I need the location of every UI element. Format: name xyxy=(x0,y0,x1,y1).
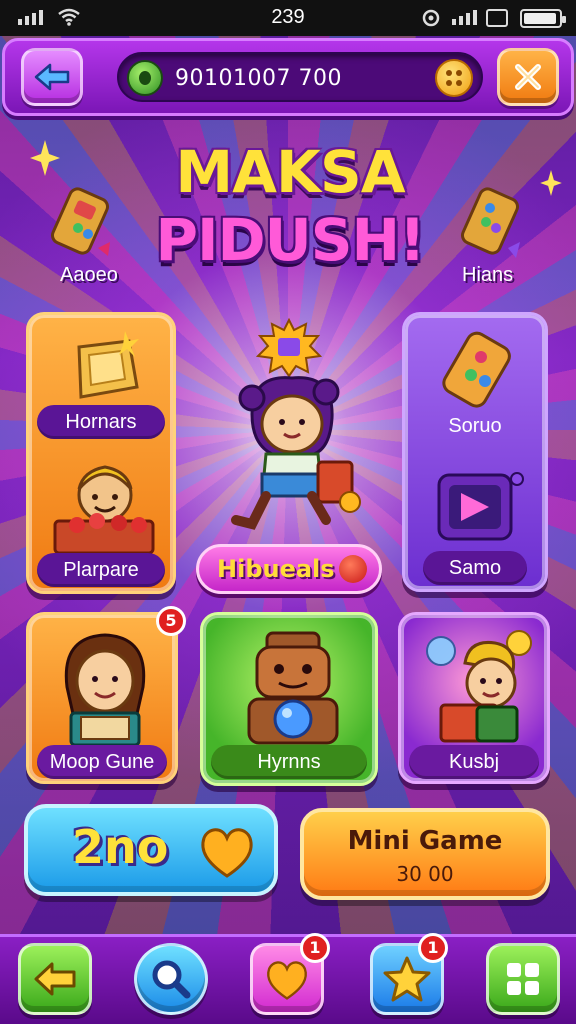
currency-value: 90101007 700 xyxy=(175,66,342,91)
character-icon-chef xyxy=(53,465,155,555)
hero-label-text: Hibueals xyxy=(217,555,335,583)
bottom-navigation: 1 1 xyxy=(0,933,576,1024)
star-icon xyxy=(383,956,431,1002)
tablet-icon xyxy=(437,472,524,541)
sparkle-icon-2 xyxy=(540,170,562,196)
corner-label-right: Hians xyxy=(462,264,514,286)
card-label-plarpare: Plarpare xyxy=(37,553,165,587)
blue-button-label: 2no xyxy=(72,820,169,874)
notification-badge-heart: 1 xyxy=(300,933,330,963)
hero-label-button[interactable]: Hibueals xyxy=(196,544,382,594)
card-label-hornars: Hornars xyxy=(37,405,165,439)
search-icon xyxy=(152,960,191,999)
gamepad-icon-left[interactable] xyxy=(48,184,118,264)
signal-icon-2 xyxy=(452,10,477,25)
notification-badge-star: 1 xyxy=(418,933,448,963)
status-bar: 239 xyxy=(0,0,576,36)
sun-badge-icon xyxy=(256,318,322,378)
vibrate-icon xyxy=(486,9,508,27)
card-label-soruo: Soruo xyxy=(448,415,502,437)
coin-icon[interactable] xyxy=(435,59,473,97)
game-title-line1: MAKSA xyxy=(175,138,405,206)
treasure-icon xyxy=(77,331,139,399)
mini-game-value: 30 00 xyxy=(396,862,454,886)
gem-icon xyxy=(127,60,163,96)
back-button[interactable] xyxy=(21,48,83,106)
corner-label-left: Aaoeo xyxy=(60,264,118,286)
top-bar: 90101007 700 xyxy=(2,38,574,116)
character-icon-boy xyxy=(426,630,532,743)
nav-menu-button[interactable] xyxy=(486,943,560,1015)
card-left-tall[interactable]: Hornars Plarpare xyxy=(26,312,176,594)
back-arrow-icon xyxy=(34,63,70,91)
heart-icon-large xyxy=(201,828,253,878)
notification-badge-card: 5 xyxy=(156,606,186,636)
card-label-hyrnns: Hyrnns xyxy=(211,745,367,779)
heart-icon xyxy=(267,961,307,1000)
ball-icon xyxy=(339,555,367,583)
gamepad-icon-right[interactable] xyxy=(456,184,526,264)
currency-display: 90101007 700 xyxy=(117,52,483,102)
back-arrow-icon-nav xyxy=(34,962,76,996)
gamepad-icon xyxy=(442,331,511,408)
play-button-blue[interactable]: 2no xyxy=(24,804,278,896)
card-right-tall[interactable]: Soruo Samo xyxy=(402,312,548,592)
card-kusbj[interactable]: Kusbj xyxy=(398,612,550,784)
card-label-moop-gune: Moop Gune xyxy=(37,745,167,779)
game-title-line2: PIDUSH! xyxy=(155,206,425,274)
grid-icon xyxy=(507,963,539,995)
close-icon xyxy=(515,64,541,90)
robot-icon xyxy=(247,631,339,745)
battery-icon xyxy=(520,9,566,28)
nav-search-button[interactable] xyxy=(134,943,208,1015)
nav-back-button[interactable] xyxy=(18,943,92,1015)
sparkle-icon xyxy=(30,140,60,176)
close-button[interactable] xyxy=(497,48,559,106)
character-icon-reader xyxy=(64,633,146,747)
card-moop-gune[interactable]: Moop Gune xyxy=(26,612,178,784)
card-label-kusbj: Kusbj xyxy=(409,745,539,779)
mini-game-title: Mini Game xyxy=(347,826,503,856)
card-label-samo: Samo xyxy=(423,551,527,585)
hero-character xyxy=(231,376,361,530)
sync-icon xyxy=(422,9,440,27)
mini-game-button[interactable]: Mini Game 30 00 xyxy=(300,808,550,900)
card-hyrnns[interactable]: Hyrnns xyxy=(200,612,378,786)
